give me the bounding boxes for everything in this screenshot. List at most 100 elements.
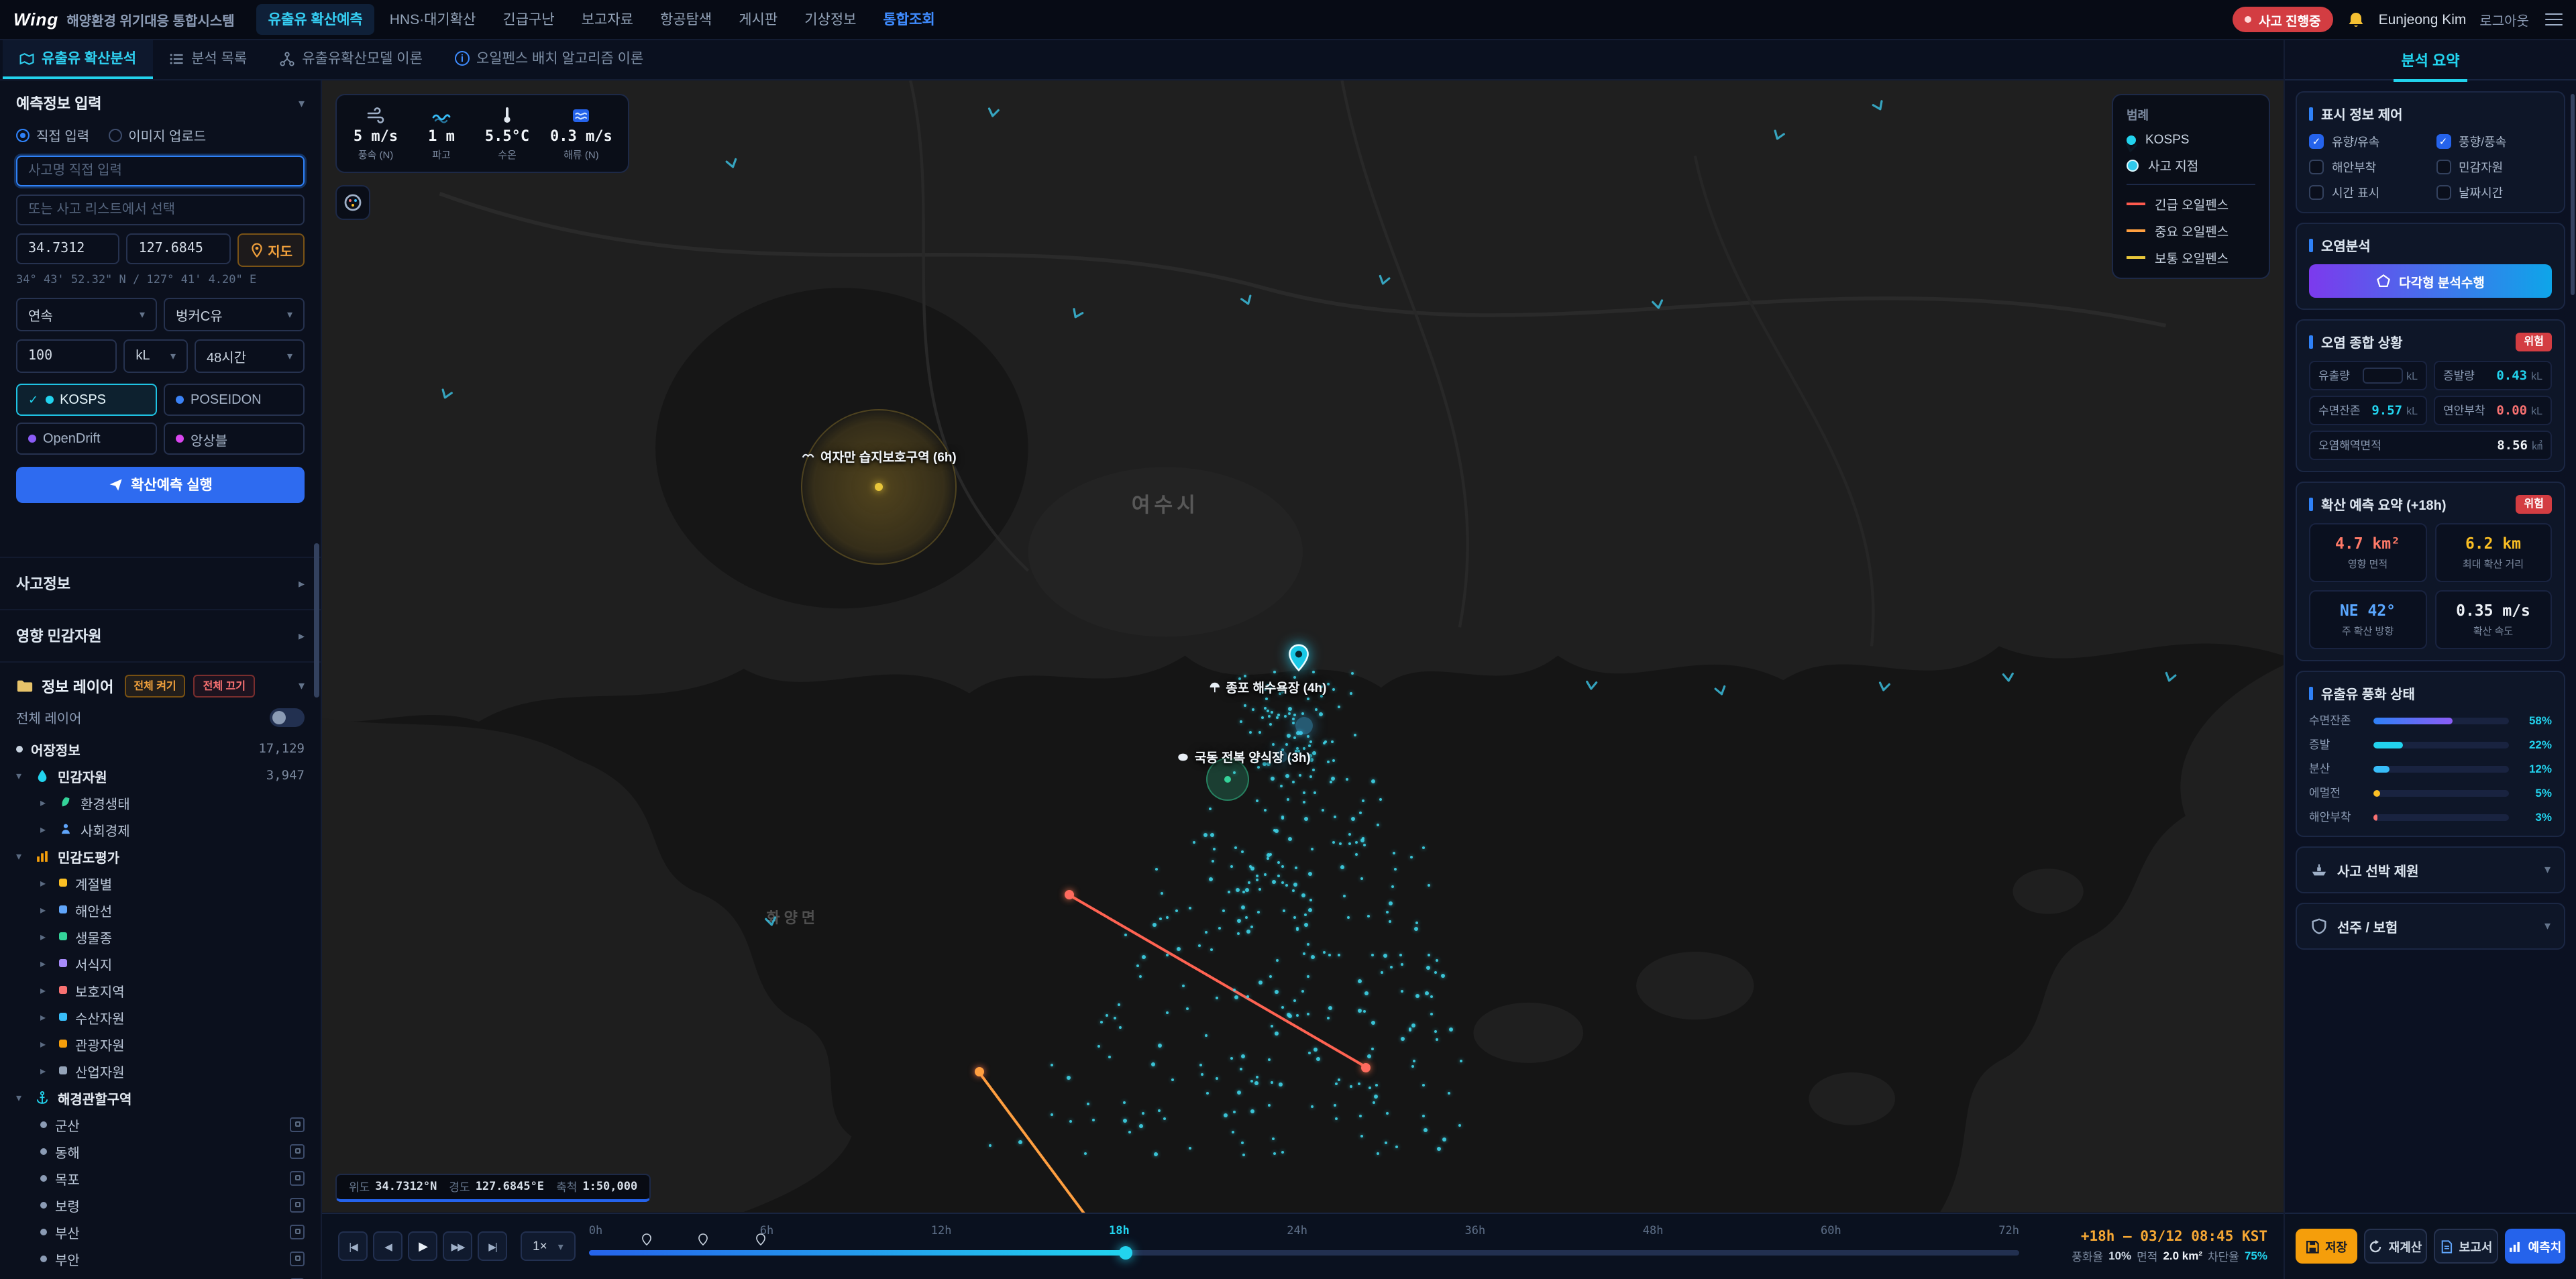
- zoom-to-region-button[interactable]: [290, 1251, 305, 1266]
- skip-to-start-button[interactable]: |◀: [338, 1231, 368, 1261]
- incident-status-badge[interactable]: 사고 진행중: [2233, 7, 2333, 32]
- notification-bell-icon[interactable]: [2347, 10, 2365, 29]
- nav-board[interactable]: 게시판: [727, 4, 790, 35]
- option-current-dir-speed[interactable]: ✓유향/유속: [2309, 133, 2425, 150]
- layer-industry-resource[interactable]: ▸산업자원: [0, 1057, 321, 1084]
- model-ensemble-chip[interactable]: 앙상블: [164, 423, 305, 455]
- polygon-analysis-button[interactable]: 다각형 분석수행: [2309, 264, 2552, 298]
- sidebar-scrollbar[interactable]: [314, 543, 319, 698]
- tab-boom-algorithm-theory[interactable]: i 오일펜스 배치 알고리즘 이론: [439, 40, 659, 79]
- hamburger-menu-icon[interactable]: [2545, 13, 2563, 26]
- chevron-down-icon[interactable]: ▾: [299, 679, 305, 693]
- step-back-button[interactable]: ◀: [373, 1231, 402, 1261]
- oil-type-select[interactable]: 벙커C유▾: [164, 298, 305, 331]
- region-gunsan[interactable]: 군산: [0, 1111, 321, 1137]
- layer-sensitivity-evaluation[interactable]: ▾ 민감도평가: [0, 842, 321, 869]
- boom-marker-pin-icon[interactable]: [641, 1232, 651, 1249]
- layer-habitat[interactable]: ▸서식지: [0, 950, 321, 977]
- accident-info-section[interactable]: 사고정보▸: [0, 557, 321, 609]
- layer-kcg-jurisdiction[interactable]: ▾ 해경관할구역: [0, 1084, 321, 1111]
- map-style-button[interactable]: [335, 185, 370, 220]
- timeline-handle[interactable]: [1118, 1245, 1132, 1259]
- accident-name-input[interactable]: [16, 156, 305, 186]
- skip-to-end-button[interactable]: ▶|: [478, 1231, 507, 1261]
- all-layers-on-button[interactable]: 전체 켜기: [124, 675, 185, 698]
- layer-fishery-resource[interactable]: ▸수산자원: [0, 1003, 321, 1030]
- tab-model-theory[interactable]: 유출유확산모델 이론: [263, 40, 439, 79]
- playback-speed-select[interactable]: 1×▾: [521, 1231, 576, 1261]
- impact-resources-section[interactable]: 영향 민감자원▸: [0, 609, 321, 661]
- layer-tourism-resource[interactable]: ▸관광자원: [0, 1030, 321, 1057]
- boom-marker-pin-icon[interactable]: [698, 1232, 708, 1249]
- tab-analysis-list[interactable]: 분석 목록: [152, 40, 263, 79]
- all-layers-off-button[interactable]: 전체 끄기: [194, 675, 255, 698]
- zoom-to-region-button[interactable]: [290, 1144, 305, 1158]
- longitude-input[interactable]: [127, 233, 231, 264]
- spill-type-select[interactable]: 연속▾: [16, 298, 157, 331]
- model-kosps-chip[interactable]: ✓KOSPS: [16, 384, 157, 416]
- spill-amount-input[interactable]: [16, 339, 117, 373]
- owner-insurance-section[interactable]: 선주 / 보험▾: [2296, 903, 2565, 950]
- option-wind-dir-speed[interactable]: ✓풍향/풍속: [2436, 133, 2552, 150]
- option-sensitive-resources[interactable]: ✓민감자원: [2436, 158, 2552, 176]
- nav-hns-diffusion[interactable]: HNS·대기확산: [378, 4, 488, 35]
- layer-socio-economy[interactable]: ▸ 사회경제: [0, 816, 321, 842]
- zoom-to-region-button[interactable]: [290, 1197, 305, 1212]
- save-button[interactable]: 저장: [2296, 1229, 2357, 1264]
- recalculate-button[interactable]: 재계산: [2363, 1229, 2427, 1264]
- zoom-to-region-button[interactable]: [290, 1224, 305, 1239]
- fast-forward-button[interactable]: ▶▶: [443, 1231, 472, 1261]
- report-button[interactable]: 보고서: [2434, 1229, 2498, 1264]
- chevron-down-icon: ▾: [558, 1240, 564, 1252]
- option-time-display[interactable]: ✓시간 표시: [2309, 184, 2425, 201]
- region-samcheok[interactable]: 삼척: [0, 1272, 321, 1279]
- zoom-to-region-button[interactable]: [290, 1170, 305, 1185]
- radio-direct-input[interactable]: 직접 입력: [16, 125, 89, 145]
- layer-eco-environment[interactable]: ▸ 환경생태: [0, 789, 321, 816]
- unit-select[interactable]: kL▾: [123, 339, 188, 373]
- option-datetime[interactable]: ✓날짜시간: [2436, 184, 2552, 201]
- run-prediction-button[interactable]: 확산예측 실행: [16, 467, 305, 503]
- nav-aerial-search[interactable]: 항공탐색: [648, 4, 724, 35]
- option-shore-attachment[interactable]: ✓해안부착: [2309, 158, 2425, 176]
- latitude-input[interactable]: [16, 233, 120, 264]
- vessel-spec-section[interactable]: 사고 선박 제원▾: [2296, 846, 2565, 893]
- panel-scrollbar[interactable]: [2571, 94, 2575, 295]
- duration-select[interactable]: 48시간▾: [195, 339, 305, 373]
- region-buan[interactable]: 부안: [0, 1245, 321, 1272]
- radio-image-upload[interactable]: 이미지 업로드: [108, 125, 206, 145]
- boom-marker-pin-icon[interactable]: [755, 1232, 766, 1249]
- accident-list-select[interactable]: [16, 194, 305, 225]
- region-busan[interactable]: 부산: [0, 1218, 321, 1245]
- nav-emergency-rescue[interactable]: 긴급구난: [490, 4, 566, 35]
- zoom-to-region-button[interactable]: [290, 1117, 305, 1131]
- nav-spill-prediction[interactable]: 유출유 확산예측: [256, 4, 375, 35]
- pick-on-map-button[interactable]: 지도: [237, 233, 305, 267]
- palette-icon: [343, 193, 362, 212]
- model-poseidon-chip[interactable]: POSEIDON: [164, 384, 305, 416]
- region-boryeong[interactable]: 보령: [0, 1191, 321, 1218]
- model-opendrift-chip[interactable]: OpenDrift: [16, 423, 157, 455]
- layer-seasonal[interactable]: ▸계절별: [0, 869, 321, 896]
- layer-fishery[interactable]: 어장정보 17,129: [0, 735, 321, 762]
- logout-button[interactable]: 로그아웃: [2479, 9, 2529, 30]
- incident-location-marker[interactable]: [1288, 643, 1309, 675]
- play-button[interactable]: ▶: [408, 1231, 437, 1261]
- panel-title-tab[interactable]: 분석 요약: [2393, 38, 2467, 81]
- spill-total-input[interactable]: [2362, 368, 2402, 384]
- region-mokpo[interactable]: 목포: [0, 1164, 321, 1191]
- layer-species[interactable]: ▸생물종: [0, 923, 321, 950]
- region-donghae[interactable]: 동해: [0, 1137, 321, 1164]
- forecast-values-button[interactable]: 예측치: [2504, 1229, 2565, 1264]
- all-layers-toggle[interactable]: [270, 708, 305, 726]
- nav-report-materials[interactable]: 보고자료: [570, 4, 645, 35]
- collapse-chevron-icon[interactable]: ▾: [299, 96, 305, 111]
- nav-weather-info[interactable]: 기상정보: [792, 4, 868, 35]
- map-canvas[interactable]: 여수시 화양면 여자만 습지보호구역 (6h): [322, 80, 2284, 1212]
- layer-protected-area[interactable]: ▸보호지역: [0, 977, 321, 1003]
- layer-sensitive-resources[interactable]: ▾ 민감자원 3,947: [0, 762, 321, 789]
- nav-integrated-search[interactable]: 통합조회: [871, 4, 947, 35]
- tab-diffusion-analysis[interactable]: 유출유 확산분석: [3, 40, 152, 79]
- layer-coastline[interactable]: ▸해안선: [0, 896, 321, 923]
- timeline-track[interactable]: [589, 1249, 2019, 1255]
